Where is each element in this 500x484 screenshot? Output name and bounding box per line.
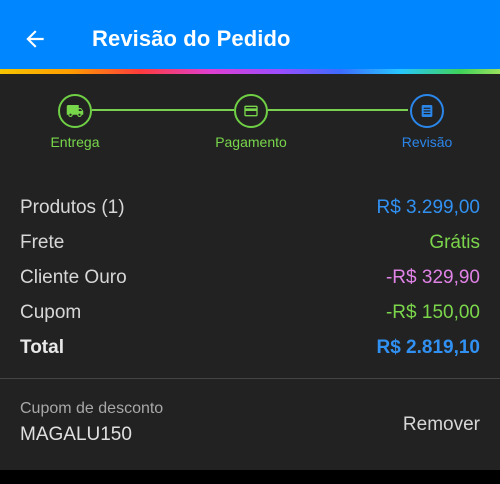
truck-icon <box>66 105 84 117</box>
app-bar: Revisão do Pedido <box>0 0 500 72</box>
step-entrega[interactable]: Entrega <box>25 94 125 150</box>
row-label: Cliente Ouro <box>20 266 127 288</box>
row-value: R$ 3.299,00 <box>376 196 480 218</box>
step-pagamento[interactable]: Pagamento <box>201 94 301 150</box>
coupon-code: MAGALU150 <box>20 424 132 445</box>
arrow-left-icon[interactable] <box>22 26 48 52</box>
list-icon <box>421 105 433 117</box>
step-label: Revisão <box>401 134 453 150</box>
row-value: -R$ 329,90 <box>385 266 480 288</box>
step-revisao[interactable]: Revisão <box>377 94 477 150</box>
order-summary: Produtos (1) R$ 3.299,00 Frete Grátis Cl… <box>20 190 480 365</box>
row-value: Grátis <box>429 231 480 253</box>
step-circle <box>58 94 92 128</box>
divider <box>0 378 500 379</box>
row-label: Cupom <box>20 301 82 323</box>
row-value: -R$ 150,00 <box>385 301 480 323</box>
step-circle <box>410 94 444 128</box>
page-title: Revisão do Pedido <box>92 26 291 51</box>
step-label: Pagamento <box>215 134 287 150</box>
summary-row-cliente-ouro: Cliente Ouro -R$ 329,90 <box>20 260 480 295</box>
summary-row-cupom: Cupom -R$ 150,00 <box>20 295 480 330</box>
summary-row-frete: Frete Grátis <box>20 225 480 260</box>
row-label: Produtos (1) <box>20 196 125 218</box>
step-circle <box>234 94 268 128</box>
summary-row-produtos: Produtos (1) R$ 3.299,00 <box>20 190 480 225</box>
coupon-label: Cupom de desconto <box>20 400 164 417</box>
summary-row-total: Total R$ 2.819,10 <box>20 330 480 365</box>
step-label: Entrega <box>50 134 100 150</box>
review-panel: Entrega Pagamento Revisão Produtos (1) R… <box>0 74 500 470</box>
row-label: Frete <box>20 231 65 253</box>
card-icon <box>244 105 258 117</box>
bottom-edge <box>0 470 500 484</box>
remove-coupon-button[interactable]: Remover <box>403 414 480 436</box>
total-value: R$ 2.819,10 <box>376 336 480 358</box>
total-label: Total <box>20 336 64 358</box>
checkout-stepper: Entrega Pagamento Revisão <box>0 74 500 184</box>
coupon-section: Cupom de desconto MAGALU150 <box>20 400 163 446</box>
